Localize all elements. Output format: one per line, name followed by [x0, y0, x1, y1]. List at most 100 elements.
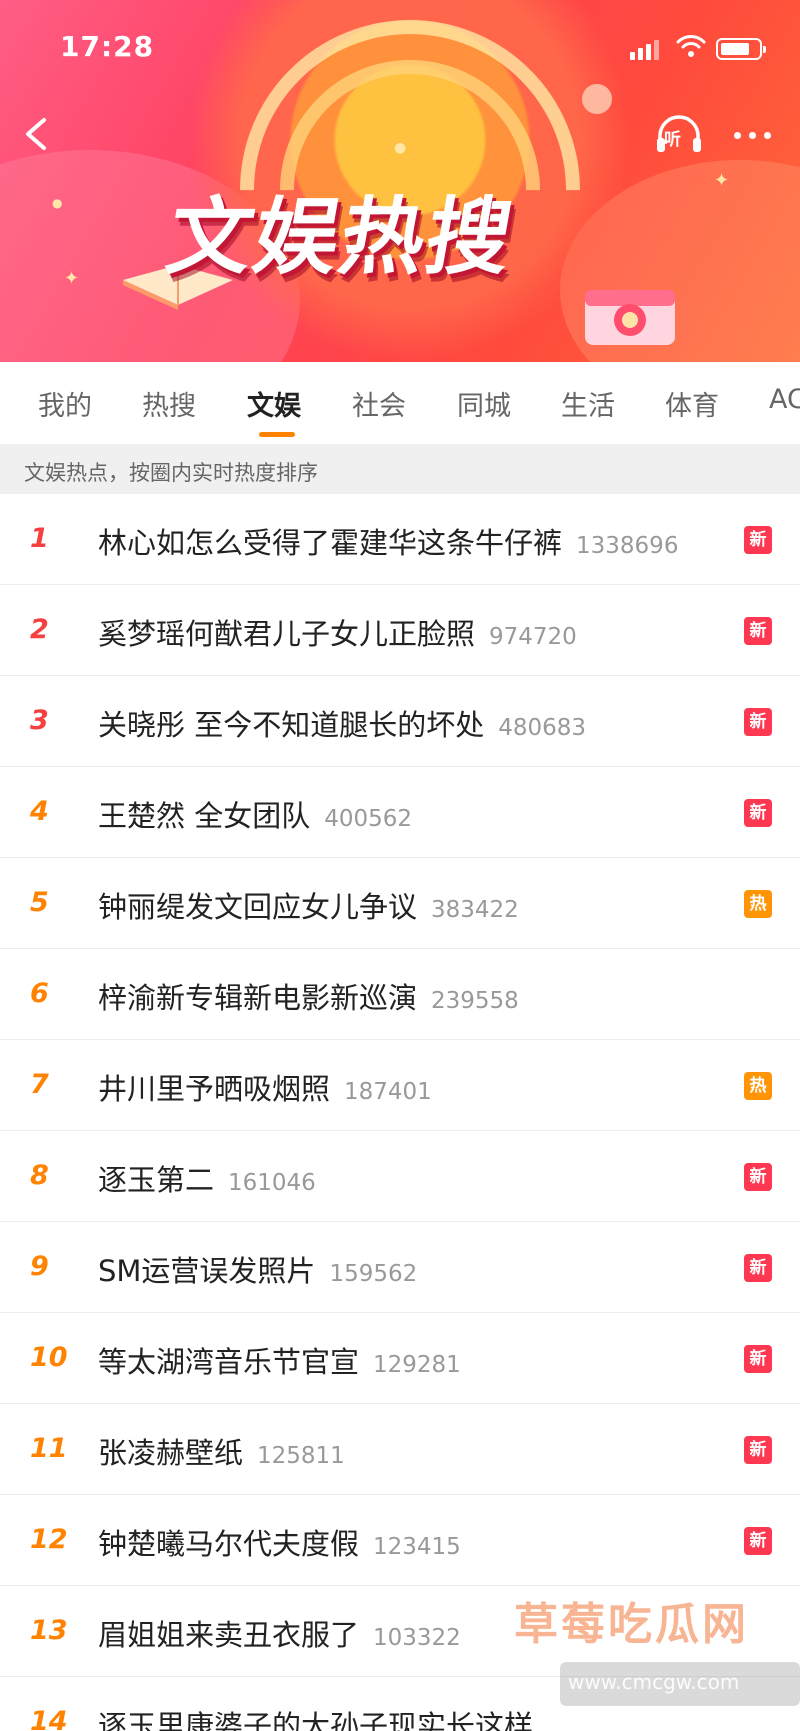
tab-hot-search[interactable]: 热搜 [142, 384, 196, 423]
rank-number: 2 [30, 614, 49, 645]
more-dot [748, 131, 756, 139]
topic-line: 梓渝新专辑新电影新巡演 239558 [98, 975, 519, 1017]
topic-title: 钟丽缇发文回应女儿争议 [98, 890, 418, 924]
header-banner: ✦ ● ✦ ● 17:28 听 文娱热搜 [0, 0, 800, 362]
rank-number: 9 [30, 1251, 49, 1282]
tab-local[interactable]: 同城 [457, 384, 511, 423]
status-time: 17:28 [60, 30, 155, 63]
listen-label: 听 [664, 130, 681, 150]
topic-title: 井川里予晒吸烟照 [98, 1072, 331, 1106]
tab-society[interactable]: 社会 [352, 384, 406, 423]
topic-line: 张凌赫壁纸 125811 [98, 1430, 345, 1472]
status-bar: 17:28 [0, 0, 800, 96]
battery-icon [716, 38, 766, 60]
tab-entertainment[interactable]: 文娱 [247, 384, 301, 423]
list-item[interactable]: 3 关晓彤 至今不知道腿长的坏处 480683 新 [0, 676, 800, 767]
list-item[interactable]: 10 等太湖湾音乐节官宣 129281 新 [0, 1313, 800, 1404]
topic-title: 张凌赫壁纸 [98, 1436, 244, 1470]
rank-number: 3 [30, 705, 49, 736]
signal-icon [630, 40, 659, 60]
list-description: 文娱热点，按圈内实时热度排序 [0, 444, 800, 494]
list-item[interactable]: 4 王楚然 全女团队 400562 新 [0, 767, 800, 858]
heat-count: 383422 [431, 897, 519, 923]
sparkle-icon: ✦ [714, 170, 730, 191]
tab-mine[interactable]: 我的 [38, 384, 92, 423]
hot-search-list: 1 林心如怎么受得了霍建华这条牛仔裤 1338696 新 2 奚梦瑶何猷君儿子女儿正脸照 9… [0, 494, 800, 1731]
topic-line: 眉姐姐来卖丑衣服了 103322 [98, 1612, 461, 1654]
list-item[interactable]: 1 林心如怎么受得了霍建华这条牛仔裤 1338696 新 [0, 494, 800, 585]
topic-title: 王楚然 全女团队 [98, 799, 311, 833]
wifi-icon [676, 35, 706, 57]
heat-count: 159562 [329, 1261, 418, 1287]
rank-number: 7 [30, 1069, 49, 1100]
rank-number: 13 [30, 1615, 68, 1646]
heat-count: 400562 [324, 806, 413, 832]
topic-title: 眉姐姐来卖丑衣服了 [98, 1618, 360, 1652]
topic-line: 井川里予晒吸烟照 187401 [98, 1066, 432, 1108]
heat-count: 1338696 [576, 533, 679, 559]
rank-number: 14 [30, 1706, 68, 1731]
tab-life[interactable]: 生活 [561, 384, 615, 423]
rank-number: 11 [30, 1433, 68, 1464]
heat-count: 480683 [498, 715, 587, 741]
new-badge: 新 [744, 1163, 772, 1191]
more-button[interactable] [728, 122, 776, 148]
sparkle-icon: ● [52, 196, 63, 210]
new-badge: 新 [744, 1527, 772, 1555]
topic-title: 梓渝新专辑新电影新巡演 [98, 981, 418, 1015]
new-badge: 新 [744, 708, 772, 736]
rank-number: 10 [30, 1342, 68, 1373]
topic-title: 关晓彤 至今不知道腿长的坏处 [98, 708, 485, 742]
active-tab-indicator [259, 432, 295, 437]
rank-number: 5 [30, 887, 49, 918]
tab-acg[interactable]: AC [769, 384, 800, 415]
rank-number: 4 [30, 796, 49, 827]
topic-line: 等太湖湾音乐节官宣 129281 [98, 1339, 461, 1381]
list-item[interactable]: 7 井川里予晒吸烟照 187401 热 [0, 1040, 800, 1131]
hot-badge: 热 [744, 890, 772, 918]
heat-count: 974720 [489, 624, 577, 650]
heat-count: 129281 [373, 1352, 461, 1378]
more-dot [763, 131, 771, 139]
sparkle-icon: ✦ [64, 268, 80, 289]
new-badge: 新 [744, 617, 772, 645]
topic-line: 王楚然 全女团队 400562 [98, 793, 412, 835]
heat-count: 123415 [373, 1534, 461, 1560]
watermark-url: www.cmcgw.com [568, 1670, 740, 1694]
listen-button[interactable]: 听 [654, 112, 704, 158]
list-item[interactable]: 8 逐玉第二 161046 新 [0, 1131, 800, 1222]
topic-line: 钟丽缇发文回应女儿争议 383422 [98, 884, 519, 926]
heat-count: 187401 [344, 1079, 432, 1105]
new-badge: 新 [744, 526, 772, 554]
list-item[interactable]: 12 钟楚曦马尔代夫度假 123415 新 [0, 1495, 800, 1586]
topic-title: 逐玉里康婆子的大孙子现实长这样 [98, 1709, 534, 1731]
topic-title: 钟楚曦马尔代夫度假 [98, 1527, 360, 1561]
list-item[interactable]: 2 奚梦瑶何猷君儿子女儿正脸照 974720 新 [0, 585, 800, 676]
page-title: 文娱热搜 [160, 188, 522, 286]
watermark: 草莓吃瓜网 [514, 1599, 749, 1650]
topic-line: SM运营误发照片 159562 [98, 1248, 417, 1290]
heat-count: 161046 [228, 1170, 316, 1196]
back-button[interactable] [16, 112, 56, 156]
more-dot [733, 131, 741, 139]
rank-number: 12 [30, 1524, 68, 1555]
topic-line: 钟楚曦马尔代夫度假 123415 [98, 1521, 461, 1563]
list-item[interactable]: 9 SM运营误发照片 159562 新 [0, 1222, 800, 1313]
topic-title: SM运营误发照片 [98, 1254, 316, 1288]
topic-title: 林心如怎么受得了霍建华这条牛仔裤 [98, 526, 563, 560]
new-badge: 新 [744, 1254, 772, 1282]
list-item[interactable]: 5 钟丽缇发文回应女儿争议 383422 热 [0, 858, 800, 949]
topic-line: 关晓彤 至今不知道腿长的坏处 480683 [98, 702, 586, 744]
topic-line: 逐玉里康婆子的大孙子现实长这样 [98, 1703, 533, 1731]
hot-badge: 热 [744, 1072, 772, 1100]
topic-line: 林心如怎么受得了霍建华这条牛仔裤 1338696 [98, 520, 678, 562]
new-badge: 新 [744, 1345, 772, 1373]
heat-count: 125811 [257, 1443, 345, 1469]
heat-count: 239558 [431, 988, 519, 1014]
list-item[interactable]: 6 梓渝新专辑新电影新巡演 239558 [0, 949, 800, 1040]
sparkle-icon: ● [394, 140, 407, 156]
topic-title: 逐玉第二 [98, 1163, 215, 1197]
tab-sports[interactable]: 体育 [665, 384, 719, 423]
list-item[interactable]: 11 张凌赫壁纸 125811 新 [0, 1404, 800, 1495]
rank-number: 1 [30, 523, 49, 554]
